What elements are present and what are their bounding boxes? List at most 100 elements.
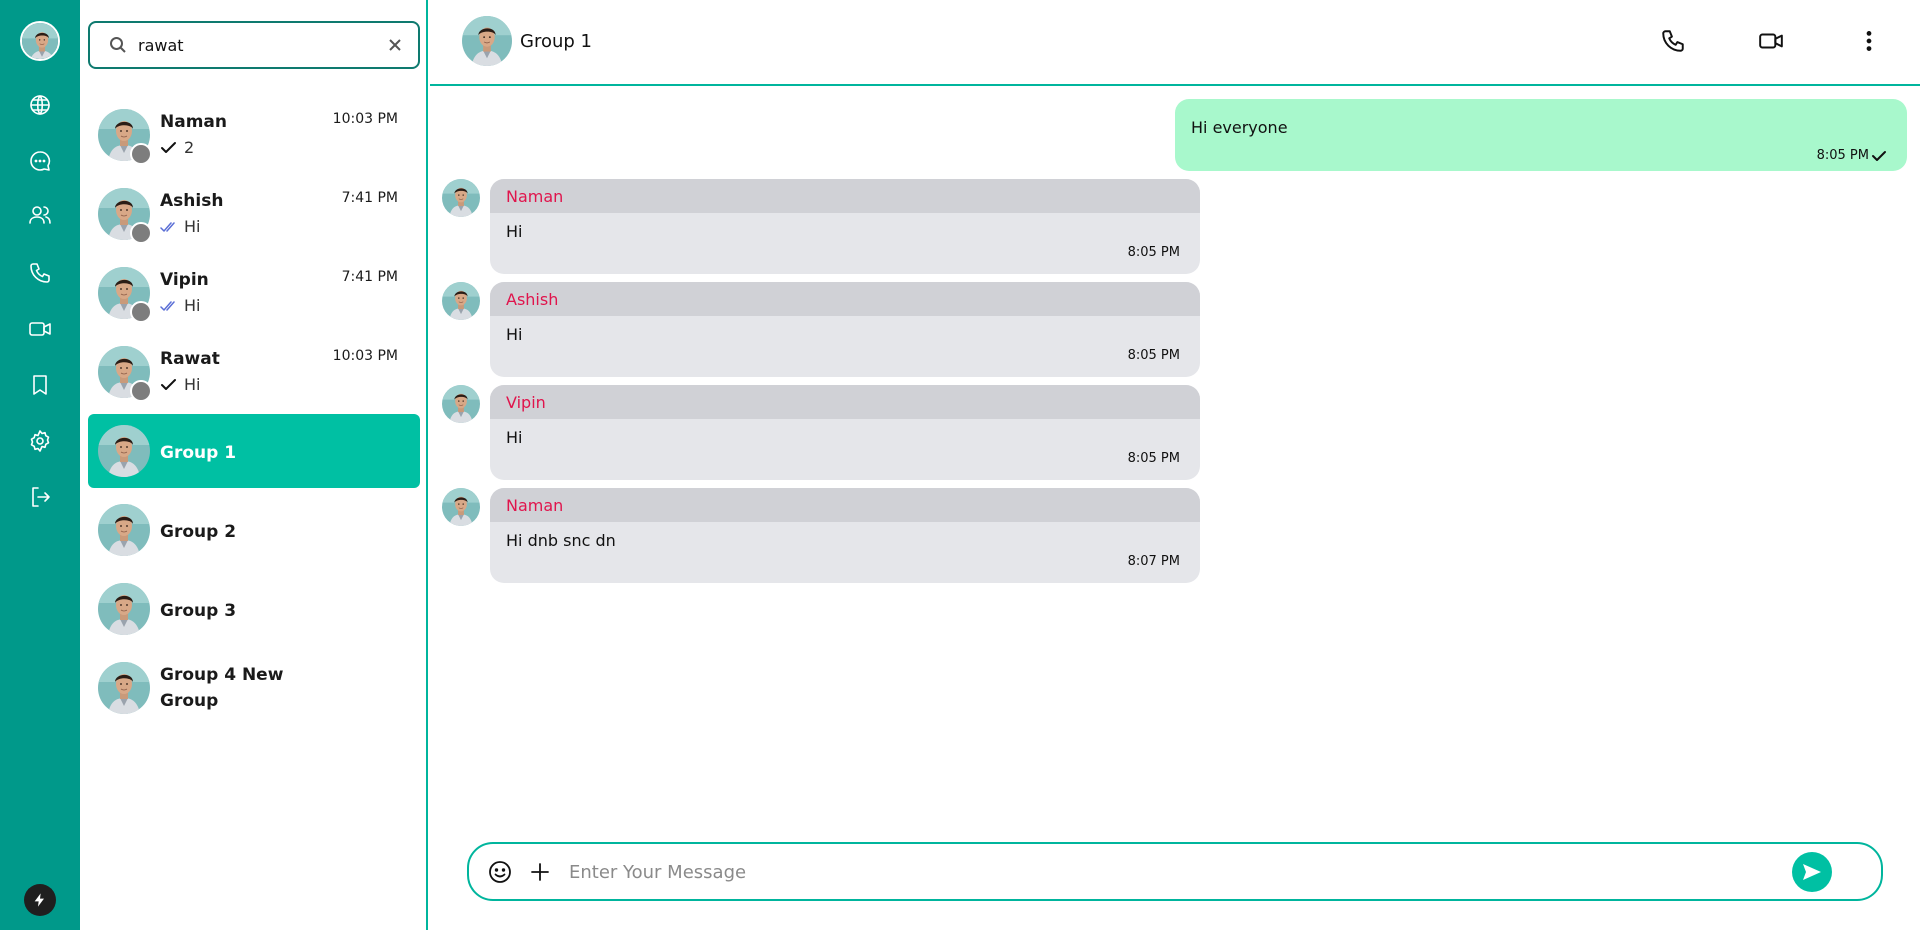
bookmark-icon[interactable] (22, 367, 58, 403)
logout-icon[interactable] (22, 479, 58, 515)
send-icon (1803, 864, 1821, 880)
message-time: 8:05 PM (1816, 148, 1869, 163)
contact-name: Group 4 New Group (160, 665, 284, 711)
emoji-icon[interactable] (487, 859, 513, 885)
message-text: Hi (506, 428, 523, 447)
preview-text: Hi (184, 375, 201, 394)
more-options-icon[interactable] (1854, 26, 1884, 56)
phone-icon[interactable] (22, 255, 58, 291)
outgoing-message: Hi everyone 8:05 PM (1175, 99, 1907, 171)
single-check-icon (161, 378, 176, 390)
preview-text: Hi (184, 217, 201, 236)
sender-bar (490, 488, 1200, 522)
contact-name: Group 3 (160, 601, 237, 621)
double-check-icon (160, 300, 175, 311)
preview-text: 2 (184, 138, 195, 157)
contact-name: Rawat (160, 349, 220, 369)
gear-icon[interactable] (22, 423, 58, 459)
attach-plus-icon[interactable] (527, 859, 553, 885)
contact-item-group-4[interactable]: Group 4 New Group (88, 651, 420, 725)
sender-bar (490, 282, 1200, 316)
contact-name: Group 2 (160, 522, 237, 542)
message-time: 8:05 PM (1127, 348, 1180, 363)
avatar (98, 504, 150, 556)
contact-time: 10:03 PM (332, 111, 398, 127)
sender-avatar (442, 488, 480, 526)
message-text: Hi (506, 222, 523, 241)
contact-preview: 2 (160, 138, 194, 157)
single-check-icon (1872, 150, 1886, 161)
incoming-message: Vipin Hi 8:05 PM (442, 385, 1202, 481)
sender-avatar (442, 385, 480, 423)
contact-item-naman[interactable]: Naman 10:03 PM 2 (88, 98, 420, 172)
contact-item-vipin[interactable]: Vipin 7:41 PM Hi (88, 256, 420, 330)
status-dot (130, 301, 152, 323)
sender-name: Ashish (506, 290, 559, 309)
single-check-icon (161, 141, 176, 153)
contact-item-group-2[interactable]: Group 2 (88, 493, 420, 567)
double-check-icon (160, 221, 175, 232)
sender-bar (490, 385, 1200, 419)
avatar (98, 425, 150, 477)
bolt-icon[interactable] (24, 884, 56, 916)
preview-text: Hi (184, 296, 201, 315)
message-composer (467, 842, 1883, 901)
message-meta: 8:05 PM (1817, 148, 1887, 163)
contact-name: Ashish (160, 191, 224, 211)
contact-time: 7:41 PM (341, 269, 398, 285)
contact-name: Group 1 (160, 443, 237, 463)
incoming-message: Ashish Hi 8:05 PM (442, 282, 1202, 378)
avatar (98, 583, 150, 635)
contacts-panel: Naman 10:03 PM 2 Ashish 7:41 PM Hi Vipin… (80, 0, 428, 930)
status-dot (130, 380, 152, 402)
contact-preview: Hi (160, 217, 200, 236)
contact-item-rawat[interactable]: Rawat 10:03 PM Hi (88, 335, 420, 409)
globe-icon[interactable] (22, 87, 58, 123)
chat-avatar[interactable] (462, 16, 512, 66)
contact-preview: Hi (160, 296, 200, 315)
message-input[interactable] (569, 857, 1729, 887)
contact-name: Naman (160, 112, 227, 132)
message-text: Hi (506, 325, 523, 344)
send-button[interactable] (1792, 852, 1832, 892)
avatar (98, 662, 150, 714)
chat-title: Group 1 (520, 31, 592, 52)
contact-name: Vipin (160, 270, 209, 290)
call-icon[interactable] (1658, 26, 1688, 56)
search-input[interactable] (138, 33, 368, 57)
profile-avatar[interactable] (20, 21, 60, 61)
chat-icon[interactable] (22, 143, 58, 179)
message-time: 8:05 PM (1127, 245, 1180, 260)
contact-item-group-1[interactable]: Group 1 (88, 414, 420, 488)
incoming-message: Naman Hi 8:05 PM (442, 179, 1202, 275)
message-text: Hi dnb snc dn (506, 531, 616, 550)
chat-header: Group 1 (430, 0, 1920, 86)
chat-panel: Group 1 Hi everyone 8:05 PM Naman Hi 8:0… (430, 0, 1920, 930)
message-time: 8:07 PM (1127, 554, 1180, 569)
contact-item-ashish[interactable]: Ashish 7:41 PM Hi (88, 177, 420, 251)
message-bubble: Ashish Hi 8:05 PM (490, 282, 1200, 377)
message-bubble: Naman Hi 8:05 PM (490, 179, 1200, 274)
message-bubble: Vipin Hi 8:05 PM (490, 385, 1200, 480)
sender-avatar (442, 282, 480, 320)
sender-name: Naman (506, 187, 564, 206)
sender-avatar (442, 179, 480, 217)
contact-preview: Hi (160, 375, 200, 394)
video-icon[interactable] (22, 311, 58, 347)
contact-item-group-3[interactable]: Group 3 (88, 572, 420, 646)
message-text: Hi everyone (1191, 118, 1288, 137)
users-icon[interactable] (22, 197, 58, 233)
sender-bar (490, 179, 1200, 213)
search-icon (108, 35, 128, 55)
nav-rail (0, 0, 80, 930)
clear-search-icon[interactable] (386, 36, 404, 54)
sender-name: Naman (506, 496, 564, 515)
contact-time: 10:03 PM (332, 348, 398, 364)
message-time: 8:05 PM (1127, 451, 1180, 466)
video-call-icon[interactable] (1756, 26, 1786, 56)
search-box (88, 21, 420, 69)
message-bubble: Naman Hi dnb snc dn 8:07 PM (490, 488, 1200, 583)
contact-time: 7:41 PM (341, 190, 398, 206)
sender-name: Vipin (506, 393, 546, 412)
status-dot (130, 143, 152, 165)
